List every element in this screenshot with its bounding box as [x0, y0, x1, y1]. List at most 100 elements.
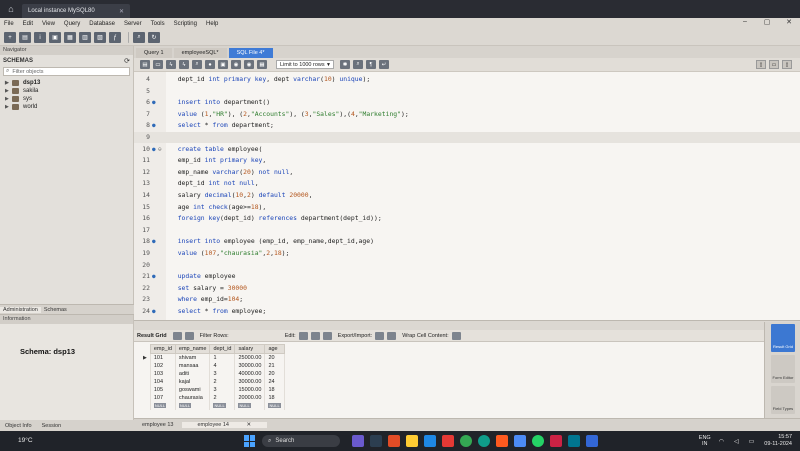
table-cell[interactable]: kajal [175, 377, 211, 386]
table-cell[interactable]: 3 [209, 369, 236, 378]
chrome-icon[interactable] [460, 435, 472, 447]
app-icon-store[interactable] [424, 435, 436, 447]
stop-icon[interactable]: ● [205, 60, 215, 69]
close-window-icon[interactable]: ✕ [778, 18, 800, 26]
schema-item-sys[interactable]: ▶ sys [0, 95, 133, 103]
column-header[interactable]: dept_id [209, 344, 236, 354]
commit-icon[interactable]: ◉ [231, 60, 241, 69]
table-cell[interactable]: 104 [150, 377, 176, 386]
whatsapp-icon[interactable] [532, 435, 544, 447]
table-cell[interactable]: 25000.00 [234, 353, 266, 362]
create-table-icon[interactable]: ▦ [64, 32, 76, 43]
toggle-continue-icon[interactable]: ▣ [218, 60, 228, 69]
table-cell[interactable]: 18 [264, 393, 285, 402]
table-cell[interactable]: 15000.00 [234, 385, 266, 394]
column-header[interactable]: salary [234, 344, 266, 354]
code-line[interactable]: 22 set salary = 30000 [134, 283, 800, 294]
battery-icon[interactable]: ▭ [749, 438, 755, 445]
clock[interactable]: 15:57 09-11-2024 [764, 434, 792, 448]
new-sql-tab-icon[interactable]: + [4, 32, 16, 43]
schema-item-world[interactable]: ▶ world [0, 103, 133, 111]
table-row[interactable]: 105 goswami 3 15000.00 18 [140, 385, 285, 394]
wrap-cell-icon[interactable] [451, 331, 461, 340]
tab-administration[interactable]: Administration [0, 306, 41, 313]
column-header[interactable]: emp_name [174, 344, 211, 354]
code-line[interactable]: 8 ● select * from department; [134, 120, 800, 131]
table-cell[interactable]: 4 [209, 361, 236, 370]
app-icon-music[interactable] [550, 435, 562, 447]
code-line[interactable]: 23 where emp_id=104; [134, 294, 800, 305]
code-line[interactable]: 12 emp_name varchar(20) not null, [134, 167, 800, 178]
code-line[interactable]: 14 salary decimal(10,2) default 20000, [134, 190, 800, 201]
code-line[interactable]: 24 ● select * from employee; [134, 306, 800, 317]
expand-arrow-icon[interactable]: ▶ [5, 88, 12, 94]
field-types-button[interactable]: Field Types [771, 386, 795, 414]
secondary-toggle-icon[interactable]: ▯ [782, 60, 792, 69]
create-view-icon[interactable]: ▥ [79, 32, 91, 43]
code-line[interactable]: 9 [134, 132, 800, 143]
table-cell[interactable]: mansaa [175, 361, 211, 370]
table-cell[interactable]: 30000.00 [234, 377, 266, 386]
windows-start-icon[interactable] [244, 435, 256, 447]
delete-row-icon[interactable] [322, 331, 332, 340]
result-splitter[interactable] [134, 320, 800, 330]
table-row[interactable]: 103 aditi 3 40000.00 20 [140, 369, 285, 378]
sidebar-toggle-icon[interactable]: ▯ [756, 60, 766, 69]
table-cell[interactable]: 101 [150, 353, 176, 362]
schema-item-sakila[interactable]: ▶ sakila [0, 87, 133, 95]
table-cell[interactable]: 2 [209, 377, 236, 386]
column-header[interactable]: age [264, 344, 285, 354]
reconnect-icon[interactable]: ↻ [148, 32, 160, 43]
tab-object-info[interactable]: Object Info [0, 423, 37, 429]
maximize-icon[interactable]: ▢ [756, 18, 778, 26]
schema-item-dsp13[interactable]: ▶ dsp13 [0, 79, 133, 87]
add-row-icon[interactable] [310, 331, 320, 340]
table-cell[interactable]: 1 [209, 353, 236, 362]
brave-icon[interactable] [496, 435, 508, 447]
app-icon-docs[interactable] [586, 435, 598, 447]
menu-edit[interactable]: Edit [23, 21, 33, 27]
table-cell[interactable]: 102 [150, 361, 176, 370]
null-cell[interactable]: NULL [175, 401, 211, 410]
null-cell[interactable]: NULL [209, 401, 236, 410]
tab-schemas[interactable]: Schemas [41, 307, 70, 313]
minimize-icon[interactable]: – [734, 18, 756, 26]
connection-tab[interactable]: Local instance MySQL80 ✕ [22, 4, 130, 18]
code-line[interactable]: 19 value (107,"chaurasia",2,18); [134, 248, 800, 259]
output-toggle-icon[interactable]: ▭ [769, 60, 779, 69]
table-row[interactable]: 102 mansaa 4 30000.00 21 [140, 361, 285, 370]
rollback-icon[interactable]: ◉ [244, 60, 254, 69]
code-line[interactable]: 5 [134, 86, 800, 97]
table-cell[interactable]: chaurasia [175, 393, 211, 402]
search-table-icon[interactable]: ⌕ [133, 32, 145, 43]
home-icon[interactable]: ⌂ [0, 0, 22, 18]
execute-icon[interactable]: ϟ [166, 60, 176, 69]
tab-employee-14[interactable]: employee 14 ✕ [181, 422, 268, 428]
table-row[interactable]: 104 kajal 2 30000.00 24 [140, 377, 285, 386]
table-cell[interactable]: 21 [264, 361, 285, 370]
code-line[interactable]: 16 foreign key(dept_id) references depar… [134, 213, 800, 224]
export-icon[interactable] [375, 331, 385, 340]
weather-temp[interactable]: 19°C [18, 437, 33, 444]
menu-database[interactable]: Database [89, 21, 115, 27]
table-cell[interactable]: aditi [175, 369, 211, 378]
null-cell[interactable]: NULL [234, 401, 266, 410]
expand-arrow-icon[interactable]: ▶ [5, 80, 12, 86]
limit-rows-select[interactable]: Limit to 1000 rows ▼ [276, 60, 334, 69]
beautify-icon[interactable]: ✱ [340, 60, 350, 69]
tab-employee-13[interactable]: employee 13 [134, 422, 182, 428]
code-line[interactable]: 18 ● insert into employee (emp_id, emp_na… [134, 236, 800, 247]
menu-scripting[interactable]: Scripting [174, 21, 197, 27]
create-procedure-icon[interactable]: ▧ [94, 32, 106, 43]
code-line[interactable]: 11 emp_id int primary key, [134, 155, 800, 166]
tab-query-1[interactable]: Query 1 [136, 48, 172, 58]
expand-arrow-icon[interactable]: ▶ [5, 104, 12, 110]
table-cell[interactable]: 40000.00 [234, 369, 266, 378]
app-icon-blue[interactable] [514, 435, 526, 447]
null-row[interactable]: NULL NULL NULL NULL NULL [140, 401, 285, 410]
app-icon-media[interactable] [352, 435, 364, 447]
create-function-icon[interactable]: ƒ [109, 32, 121, 43]
find-icon[interactable]: ⌕ [353, 60, 363, 69]
table-cell[interactable]: goswami [175, 385, 211, 394]
wifi-icon[interactable]: ◠ [719, 438, 724, 445]
